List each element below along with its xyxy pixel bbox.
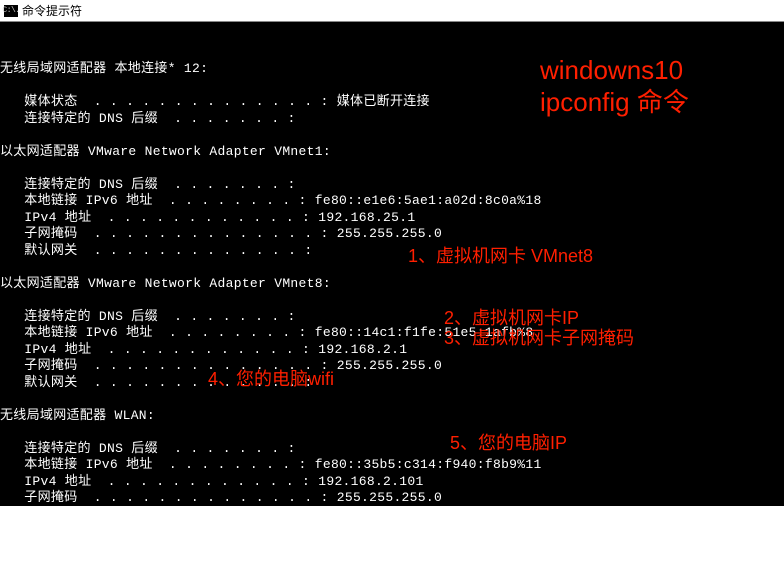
annotation: 2、虚拟机网卡IP: [444, 310, 579, 327]
output-line: 以太网适配器 VMware Network Adapter VMnet8:: [0, 276, 784, 293]
output-line: 连接特定的 DNS 后缀 . . . . . . . :: [0, 441, 784, 458]
output-line: 子网掩码 . . . . . . . . . . . . . . : 255.2…: [0, 226, 784, 243]
output-line: [0, 391, 784, 408]
output-line: 默认网关 . . . . . . . . . . . . . :: [0, 243, 784, 260]
annotation: 3、虚拟机网卡子网掩码: [444, 330, 634, 347]
titlebar: C:\. 命令提示符: [0, 0, 784, 22]
output-line: 以太网适配器 VMware Network Adapter VMnet1:: [0, 144, 784, 161]
prompt-text: C:\Users\joyce>: [0, 541, 122, 556]
output-line: IPv4 地址 . . . . . . . . . . . . : 192.16…: [0, 210, 784, 227]
window-title: 命令提示符: [22, 2, 82, 19]
annotation: 5、您的电脑IP: [450, 435, 567, 452]
output-line: IPv4 地址 . . . . . . . . . . . . : 192.16…: [0, 342, 784, 359]
output-line: 本地链接 IPv6 地址 . . . . . . . . : fe80::35b…: [0, 457, 784, 474]
output-line: 本地链接 IPv6 地址 . . . . . . . . : fe80::14c…: [0, 325, 784, 342]
cmd-icon: C:\.: [4, 5, 18, 17]
output-line: 子网掩码 . . . . . . . . . . . . . . : 255.2…: [0, 358, 784, 375]
output-line: 子网掩码 . . . . . . . . . . . . . . : 255.2…: [0, 490, 784, 507]
prompt-line[interactable]: C:\Users\joyce>: [0, 540, 784, 558]
annotation: windowns10: [540, 62, 683, 79]
output-line: [0, 424, 784, 441]
output-line: IPv4 地址 . . . . . . . . . . . . : 192.16…: [0, 474, 784, 491]
cursor: [122, 540, 130, 554]
output-line: 无线局域网适配器 WLAN:: [0, 408, 784, 425]
output-line: 连接特定的 DNS 后缀 . . . . . . . :: [0, 177, 784, 194]
output-line: [0, 259, 784, 276]
terminal-output: 无线局域网适配器 本地连接* 12: 媒体状态 . . . . . . . . …: [0, 22, 784, 506]
output-line: [0, 160, 784, 177]
output-line: 本地链接 IPv6 地址 . . . . . . . . : fe80::e1e…: [0, 193, 784, 210]
annotation: 4、您的电脑wifi: [208, 371, 334, 388]
output-line: [0, 523, 784, 540]
output-line: 连接特定的 DNS 后缀 . . . . . . . :: [0, 309, 784, 326]
output-line: [0, 292, 784, 309]
output-line: 默认网关 . . . . . . . . . . . . . :: [0, 375, 784, 392]
output-line: [0, 127, 784, 144]
output-line: 默认网关 . . . . . . . . . . . . . : 192.168…: [0, 507, 784, 524]
annotation: 1、虚拟机网卡 VMnet8: [408, 248, 593, 265]
annotation: ipconfig 命令: [540, 94, 689, 111]
